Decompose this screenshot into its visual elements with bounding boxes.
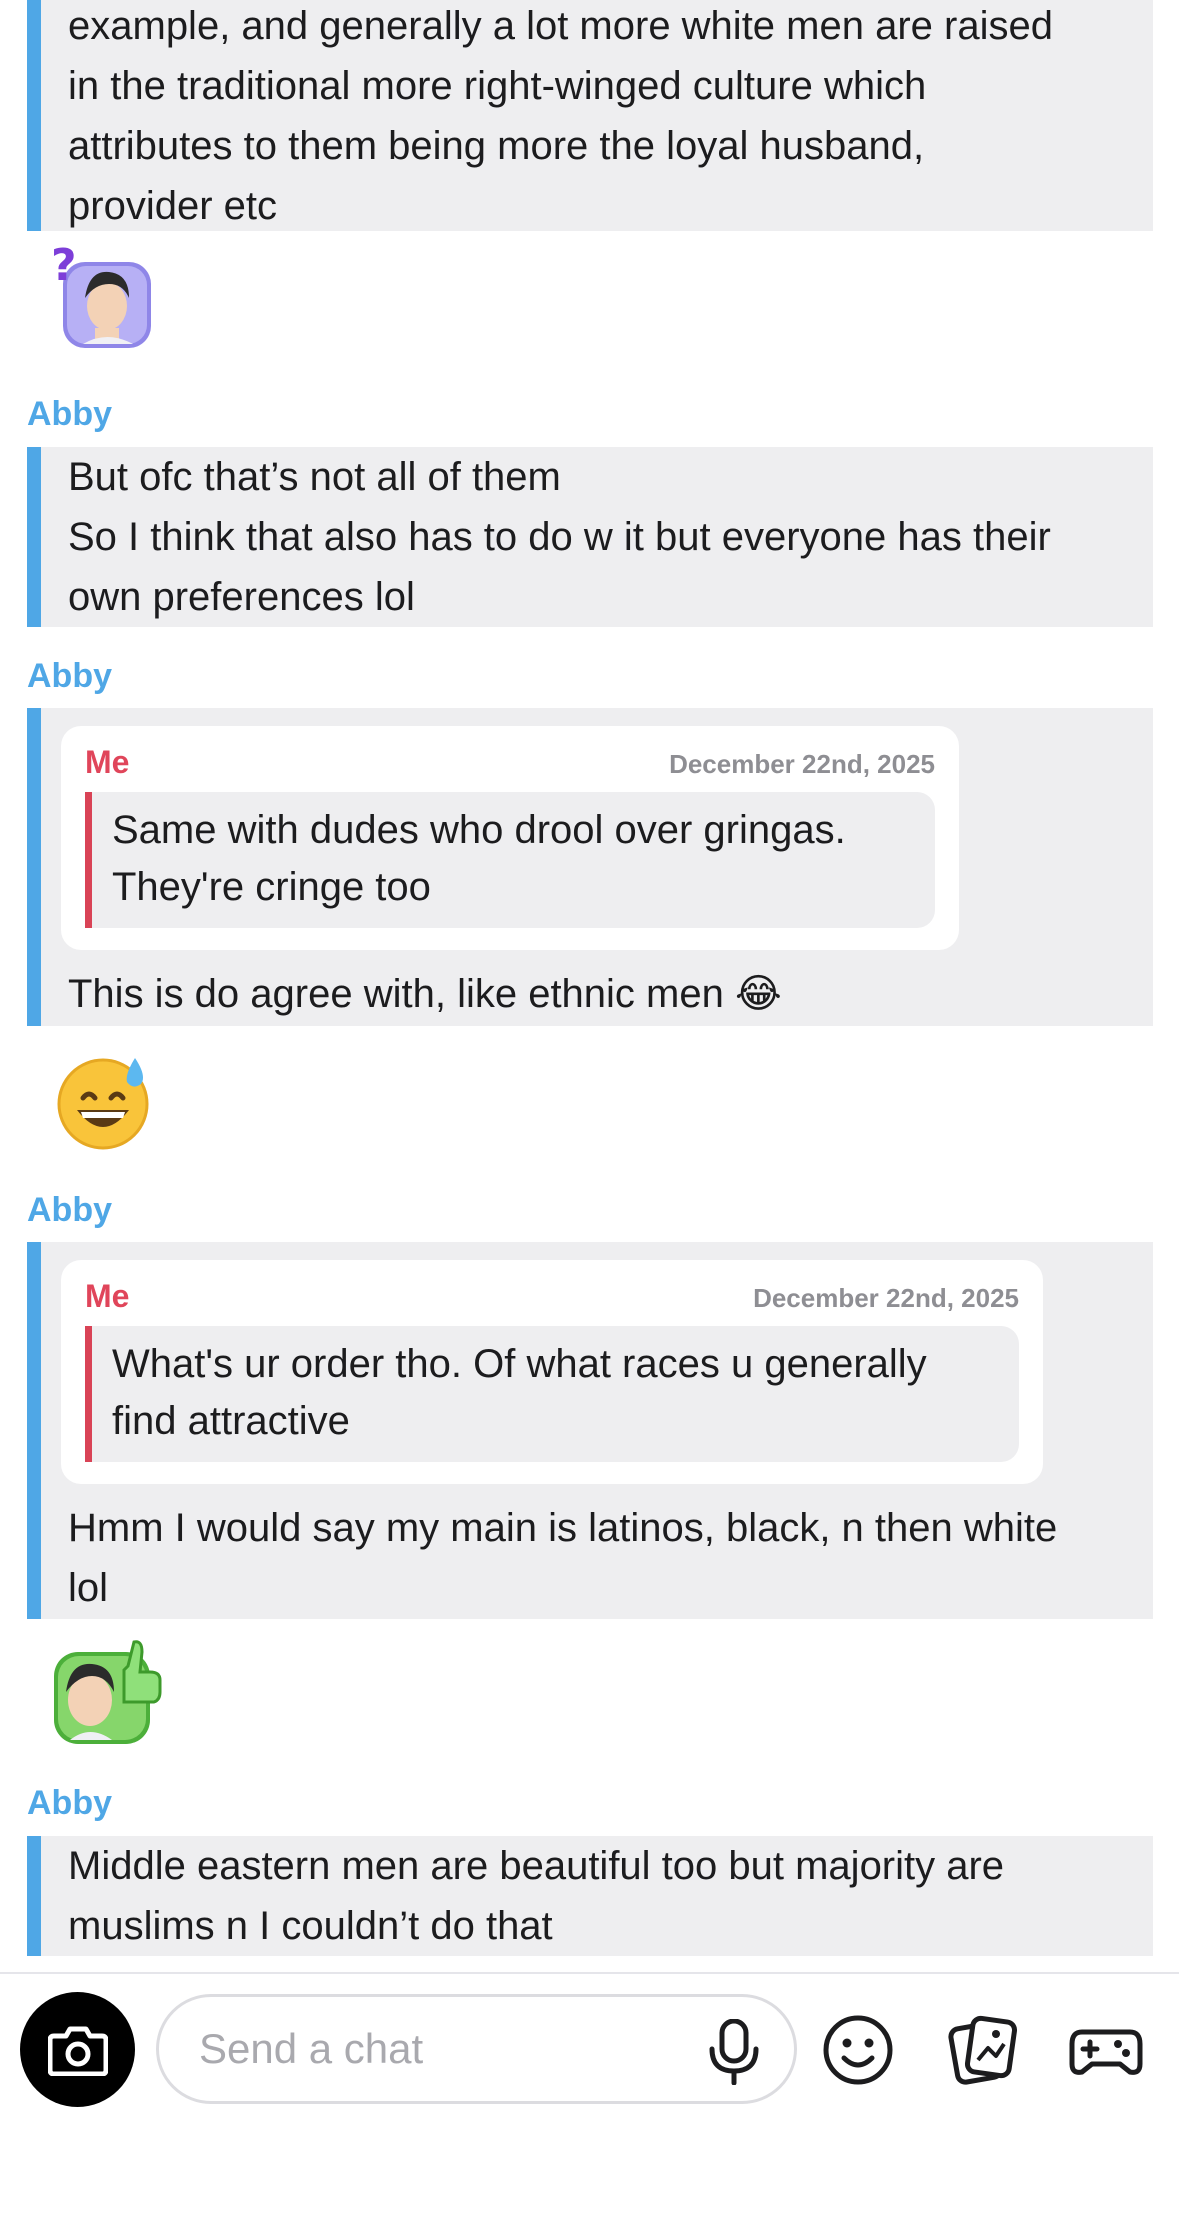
message-block[interactable]: But ofc that’s not all of them So I thin…: [27, 447, 1153, 627]
quoted-date: December 22nd, 2025: [753, 1283, 1019, 1313]
message-text: This is do agree with, like ethnic men 😂: [68, 972, 782, 1016]
quoted-date: December 22nd, 2025: [669, 749, 935, 779]
sender-name: Abby: [27, 1191, 112, 1229]
composer-bar: [0, 1972, 1179, 2223]
message-block[interactable]: example, and generally a lot more white …: [27, 0, 1153, 231]
camera-button[interactable]: [20, 1992, 135, 2107]
bitmoji-thumbs-up-sticker[interactable]: [50, 1630, 165, 1745]
message-block[interactable]: Middle eastern men are beautiful too but…: [27, 1836, 1153, 1956]
chat-thread: example, and generally a lot more white …: [0, 0, 1179, 1972]
message-text: example, and generally a lot more white …: [68, 4, 1053, 228]
grinning-sweat-emoji-icon: [57, 1058, 149, 1150]
send-chat-input[interactable]: [199, 1997, 679, 2101]
microphone-icon[interactable]: [706, 2019, 762, 2085]
quoted-sender: Me: [85, 1278, 130, 1314]
question-bitmoji-icon: ?: [51, 240, 151, 348]
quoted-text: What's ur order tho. Of what races u gen…: [85, 1326, 1019, 1462]
message-text: But ofc that’s not all of them So I thin…: [68, 455, 1051, 619]
bitmoji-thinking-sticker[interactable]: ?: [45, 240, 155, 350]
chat-input-field[interactable]: [156, 1994, 797, 2104]
sender-name: Abby: [27, 657, 112, 695]
emoji-reaction[interactable]: [55, 1052, 155, 1152]
quoted-text: Same with dudes who drool over gringas. …: [85, 792, 935, 928]
quoted-message-card[interactable]: Me December 22nd, 2025 Same with dudes w…: [61, 726, 959, 950]
message-text: Middle eastern men are beautiful too but…: [68, 1844, 1005, 1948]
quoted-message-card[interactable]: Me December 22nd, 2025 What's ur order t…: [61, 1260, 1043, 1484]
message-block[interactable]: Me December 22nd, 2025 Same with dudes w…: [27, 708, 1153, 1026]
stickers-icon[interactable]: [944, 2012, 1020, 2088]
camera-icon: [47, 2026, 108, 2076]
thumbs-up-bitmoji-icon: [54, 1640, 162, 1744]
game-controller-icon[interactable]: [1068, 2012, 1144, 2088]
sender-name: Abby: [27, 395, 112, 433]
message-text: Hmm I would say my main is latinos, blac…: [68, 1506, 1058, 1610]
sender-name: Abby: [27, 1784, 112, 1822]
quoted-sender: Me: [85, 744, 130, 780]
smiley-icon[interactable]: [820, 2012, 896, 2088]
message-block[interactable]: Me December 22nd, 2025 What's ur order t…: [27, 1242, 1153, 1619]
svg-text:?: ?: [51, 240, 77, 291]
